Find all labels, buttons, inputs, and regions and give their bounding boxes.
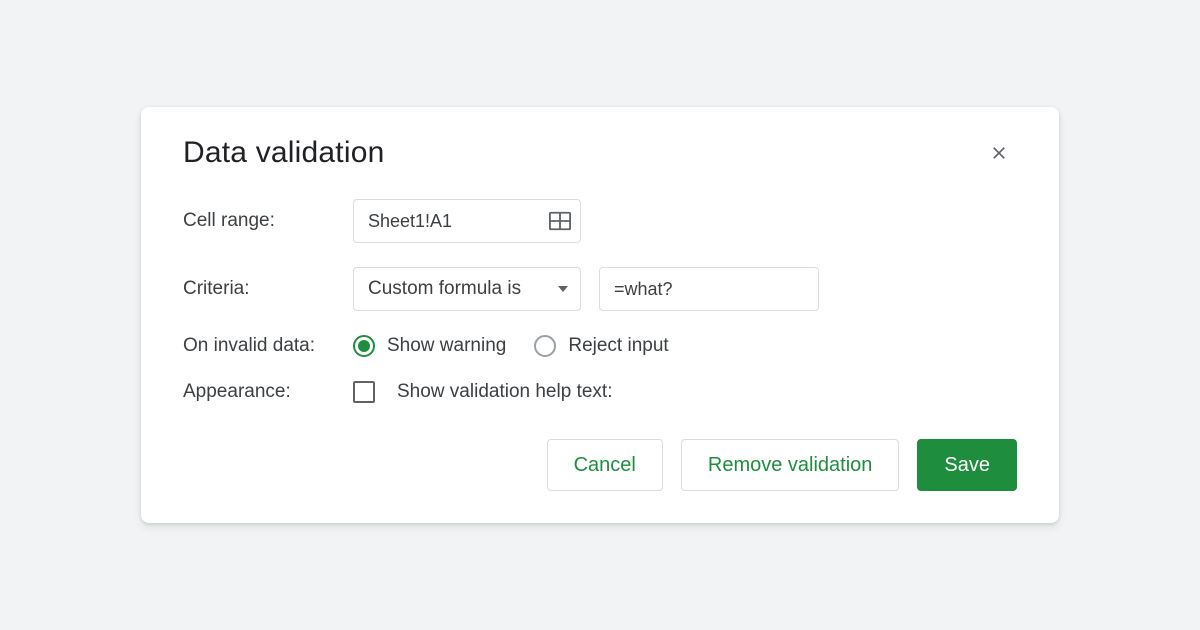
cell-range-input-group bbox=[353, 199, 581, 243]
dialog-header: Data validation bbox=[183, 135, 1017, 171]
cell-range-controls bbox=[353, 199, 1017, 243]
cell-range-label: Cell range: bbox=[183, 210, 353, 232]
help-text-label: Show validation help text: bbox=[397, 381, 612, 403]
criteria-row: Criteria: Custom formula is bbox=[183, 267, 1017, 311]
radio-show-warning[interactable]: Show warning bbox=[353, 335, 506, 357]
close-icon bbox=[989, 143, 1009, 163]
data-validation-dialog: Data validation Cell range: Criteria: Cu… bbox=[141, 107, 1059, 523]
appearance-row: Appearance: Show validation help text: bbox=[183, 381, 1017, 403]
caret-down-icon bbox=[558, 286, 568, 292]
radio-icon bbox=[534, 335, 556, 357]
appearance-controls: Show validation help text: bbox=[353, 381, 1017, 403]
radio-reject-input-label: Reject input bbox=[568, 335, 668, 357]
on-invalid-row: On invalid data: Show warning Reject inp… bbox=[183, 335, 1017, 357]
cancel-button[interactable]: Cancel bbox=[547, 439, 663, 491]
on-invalid-label: On invalid data: bbox=[183, 335, 353, 357]
cell-range-row: Cell range: bbox=[183, 199, 1017, 243]
radio-icon bbox=[353, 335, 375, 357]
criteria-formula-input[interactable] bbox=[599, 267, 819, 311]
save-button[interactable]: Save bbox=[917, 439, 1017, 491]
dialog-title: Data validation bbox=[183, 136, 384, 170]
on-invalid-controls: Show warning Reject input bbox=[353, 335, 1017, 357]
criteria-label: Criteria: bbox=[183, 278, 353, 300]
radio-show-warning-label: Show warning bbox=[387, 335, 506, 357]
appearance-label: Appearance: bbox=[183, 381, 353, 403]
criteria-select[interactable]: Custom formula is bbox=[353, 267, 581, 311]
cell-range-input[interactable] bbox=[353, 199, 581, 243]
help-text-checkbox[interactable] bbox=[353, 381, 375, 403]
criteria-controls: Custom formula is bbox=[353, 267, 1017, 311]
close-button[interactable] bbox=[981, 135, 1017, 171]
radio-reject-input[interactable]: Reject input bbox=[534, 335, 668, 357]
select-range-icon[interactable] bbox=[549, 211, 571, 231]
remove-validation-button[interactable]: Remove validation bbox=[681, 439, 900, 491]
dialog-actions: Cancel Remove validation Save bbox=[183, 439, 1017, 491]
criteria-selected-value: Custom formula is bbox=[368, 278, 521, 300]
